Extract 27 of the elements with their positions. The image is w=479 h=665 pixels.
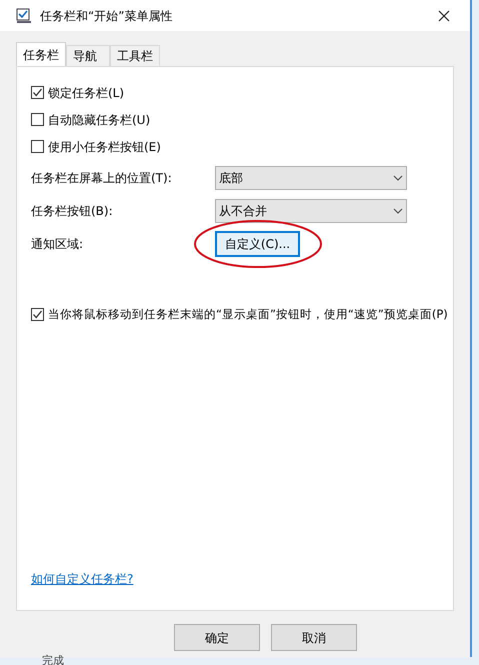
tab[interactable]: 导航 xyxy=(66,45,110,66)
dropdown[interactable]: 底部 xyxy=(215,166,407,190)
checkbox-label: 自动隐藏任务栏(U) xyxy=(48,112,150,128)
dropdown[interactable]: 从不合并 xyxy=(215,199,407,223)
window-title: 任务栏和“开始”菜单属性 xyxy=(40,8,174,24)
dialog-button[interactable]: 确定 xyxy=(174,624,260,651)
checkbox-label: 锁定任务栏(L) xyxy=(48,84,124,102)
chevron-icon xyxy=(393,208,403,214)
setting-label: 任务栏按钮(B): xyxy=(31,203,114,220)
help-link[interactable]: 如何自定义任务栏? xyxy=(31,570,439,588)
checkbox-label: 当你将鼠标移动到任务栏末端的“显示桌面”按钮时，使用“速览”预览桌面(P) xyxy=(48,306,448,323)
checkbox[interactable] xyxy=(31,308,44,322)
chevron-icon xyxy=(393,175,403,181)
tab[interactable]: 工具栏 xyxy=(110,45,160,66)
check-icon xyxy=(32,87,43,98)
checkbox[interactable] xyxy=(31,113,44,126)
dialog-button[interactable]: 取消 xyxy=(271,624,357,651)
checkbox[interactable] xyxy=(31,140,44,153)
tab[interactable]: 任务栏 xyxy=(16,42,66,67)
checkbox[interactable] xyxy=(31,86,44,99)
app-icon xyxy=(16,8,32,24)
close-icon[interactable] xyxy=(438,10,450,22)
setting-label: 通知区域: xyxy=(31,236,84,253)
customize-button[interactable]: 自定义(C)... xyxy=(215,231,300,257)
setting-label: 任务栏在屏幕上的位置(T): xyxy=(31,170,173,187)
check-icon xyxy=(32,309,43,320)
checkbox-label: 使用小任务栏按钮(E) xyxy=(48,138,161,156)
